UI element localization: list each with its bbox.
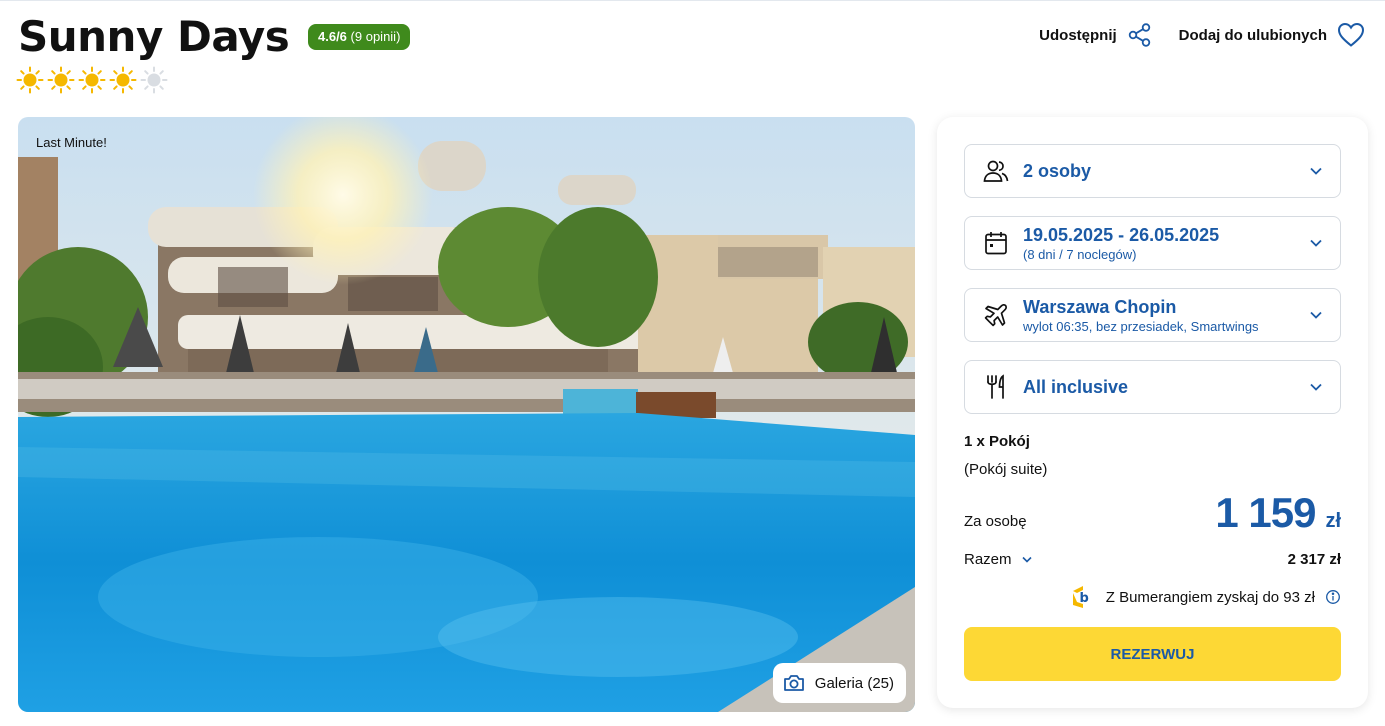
favorite-button[interactable]: Dodaj do ulubionych bbox=[1179, 22, 1365, 48]
persons-select[interactable]: 2 osoby bbox=[964, 144, 1341, 198]
price-per-person: 1 159 zł bbox=[1215, 489, 1341, 537]
gallery-button[interactable]: Galeria (25) bbox=[772, 663, 906, 703]
heart-icon bbox=[1337, 22, 1365, 47]
dates-nights: (8 dni / 7 noclegów) bbox=[1023, 246, 1137, 262]
chevron-down-icon bbox=[1310, 167, 1322, 175]
users-icon bbox=[983, 160, 1009, 182]
favorite-label: Dodaj do ulubionych bbox=[1178, 26, 1327, 44]
booking-panel: 2 osoby 19.05.2025 - 26.05.2025 (8 dni /… bbox=[937, 117, 1368, 708]
hotel-name: Sunny Days bbox=[18, 12, 290, 61]
bumerang-logo-icon: b bbox=[1072, 586, 1089, 608]
share-icon bbox=[1128, 23, 1150, 47]
sun-star-icon bbox=[47, 66, 75, 94]
rating-score: 4.6/6 bbox=[318, 29, 347, 44]
flight-select[interactable]: Warszawa Chopin wylot 06:35, bez przesia… bbox=[964, 288, 1341, 342]
reserve-button[interactable]: REZERWUJ bbox=[964, 627, 1341, 681]
rating-count: (9 opinii) bbox=[350, 29, 401, 44]
hotel-stars bbox=[16, 66, 168, 94]
sun-star-icon bbox=[78, 66, 106, 94]
svg-text:b: b bbox=[1079, 591, 1088, 606]
total-price: 2 317 zł bbox=[1287, 551, 1341, 568]
dates-select[interactable]: 19.05.2025 - 26.05.2025 (8 dni / 7 nocle… bbox=[964, 216, 1341, 270]
price-value: 1 159 bbox=[1215, 489, 1316, 536]
per-person-label: Za osobę bbox=[964, 513, 1027, 530]
airplane-icon bbox=[984, 303, 1008, 327]
board-value: All inclusive bbox=[1023, 376, 1129, 397]
persons-value: 2 osoby bbox=[1023, 160, 1092, 181]
bumerang-text: Z Bumerangiem zyskaj do 93 zł bbox=[1105, 588, 1315, 606]
dates-value: 19.05.2025 - 26.05.2025 bbox=[1023, 224, 1220, 245]
sun-star-empty-icon bbox=[140, 66, 168, 94]
board-select[interactable]: All inclusive bbox=[964, 360, 1341, 414]
camera-icon bbox=[783, 675, 804, 691]
share-label: Udostępnij bbox=[1039, 26, 1117, 44]
info-icon[interactable] bbox=[1325, 589, 1341, 605]
share-button[interactable]: Udostępnij bbox=[1039, 22, 1153, 48]
chevron-down-icon bbox=[1021, 556, 1032, 563]
hotel-pool-image bbox=[18, 117, 915, 712]
airport-value: Warszawa Chopin bbox=[1023, 296, 1177, 317]
top-actions: Udostępnij Dodaj do ulubionych bbox=[1039, 22, 1365, 48]
total-label: Razem bbox=[964, 551, 1012, 568]
room-count: 1 x Pokój bbox=[964, 433, 1030, 450]
last-minute-badge: Last Minute! bbox=[36, 135, 107, 150]
sun-star-icon bbox=[16, 66, 44, 94]
cutlery-icon bbox=[987, 374, 1004, 399]
chevron-down-icon bbox=[1310, 311, 1322, 319]
sun-star-icon bbox=[109, 66, 137, 94]
flight-info: wylot 06:35, bez przesiadek, Smartwings bbox=[1023, 318, 1259, 334]
total-toggle[interactable]: Razem bbox=[964, 551, 1032, 568]
hotel-photo[interactable]: Last Minute! Galeria (25) bbox=[18, 117, 915, 712]
chevron-down-icon bbox=[1310, 383, 1322, 391]
chevron-down-icon bbox=[1310, 239, 1322, 247]
gallery-label: Galeria (25) bbox=[814, 674, 894, 692]
room-type: (Pokój suite) bbox=[964, 461, 1048, 478]
rating-badge[interactable]: 4.6/6 (9 opinii) bbox=[308, 24, 411, 50]
bumerang-info: b Z Bumerangiem zyskaj do 93 zł bbox=[1070, 585, 1341, 609]
top-divider bbox=[0, 0, 1385, 1]
calendar-icon bbox=[985, 232, 1007, 255]
price-currency: zł bbox=[1325, 510, 1341, 532]
